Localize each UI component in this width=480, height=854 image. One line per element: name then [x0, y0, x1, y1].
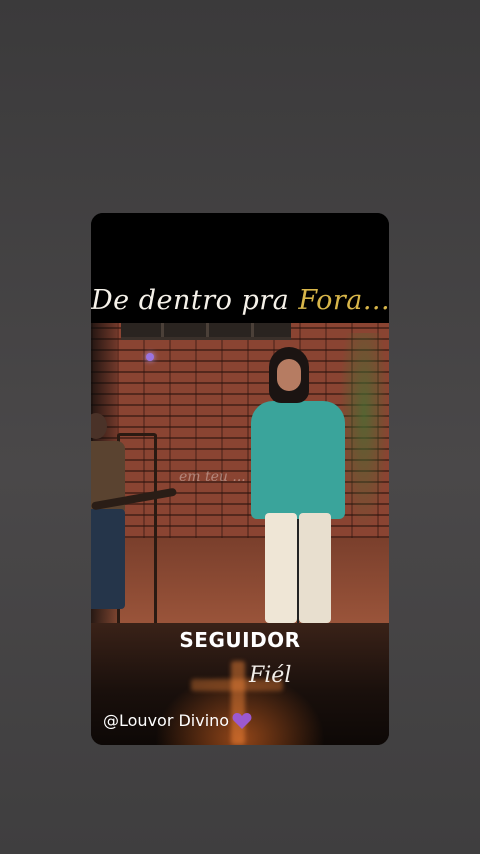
title-band: De dentro pra Fora... [91, 213, 389, 323]
purple-heart-icon [232, 712, 252, 729]
window-frame [121, 323, 291, 340]
sparkle-icon [146, 353, 154, 361]
handle-row[interactable]: @Louvor Divino [103, 711, 252, 730]
singer [249, 347, 353, 623]
story-card[interactable]: De dentro pra Fora... em teu ... SEGUIDO… [91, 213, 389, 745]
story-title-part1: De dentro pra [91, 285, 299, 316]
story-title-part2: Fora... [298, 285, 389, 316]
story-title: De dentro pra Fora... [91, 285, 389, 316]
overlay-lyric: em teu ... [179, 469, 246, 485]
guitarist [91, 413, 178, 623]
singer-jacket [251, 401, 345, 519]
caption-sub: Fiél [249, 663, 292, 688]
caption-main: SEGUIDOR [179, 628, 301, 652]
account-handle[interactable]: @Louvor Divino [103, 711, 229, 730]
caption-band: SEGUIDOR Fiél @Louvor Divino [91, 623, 389, 745]
cross-icon-vertical [231, 661, 245, 745]
video-frame[interactable]: em teu ... [91, 323, 389, 623]
